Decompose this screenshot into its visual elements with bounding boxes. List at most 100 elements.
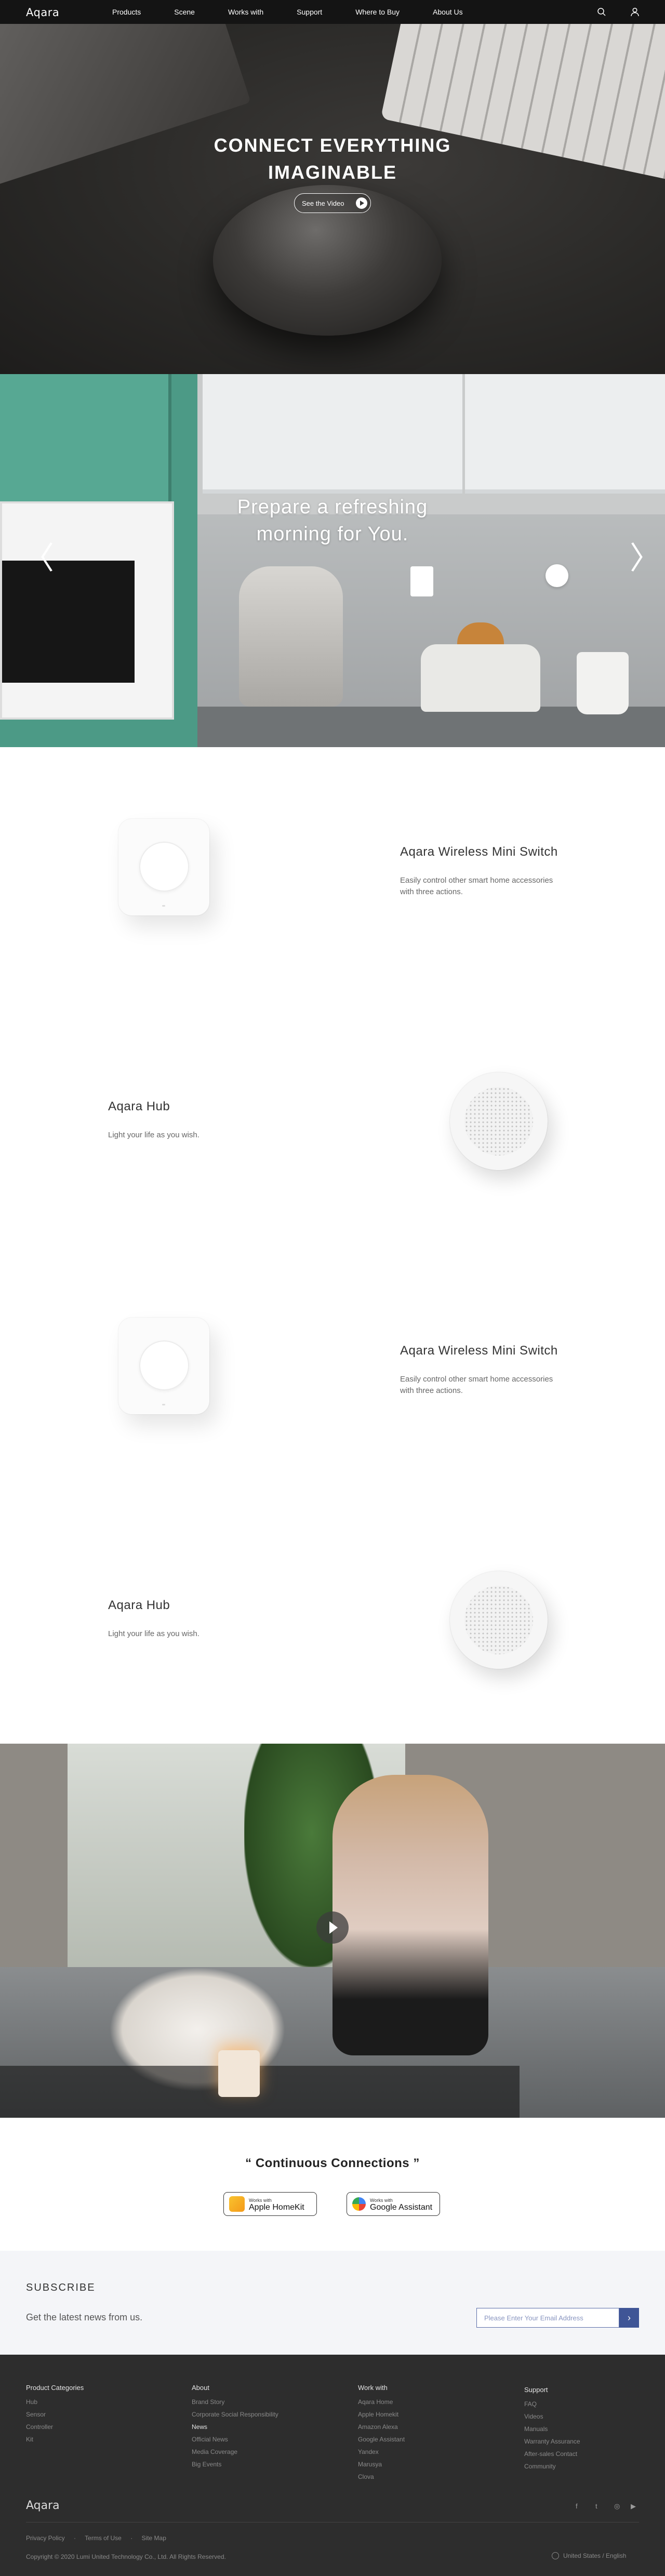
play-icon (356, 197, 367, 209)
hub-image[interactable] (450, 1571, 548, 1669)
footer-link[interactable]: Warranty Assurance (524, 2435, 580, 2448)
footer-link[interactable]: Aqara Home (358, 2396, 405, 2408)
footer-heading[interactable]: Support (524, 2386, 580, 2394)
carousel-prev-arrow[interactable]: 〈 (23, 543, 54, 574)
oven-image (0, 501, 174, 720)
privacy-policy-link[interactable]: Privacy Policy (26, 2534, 65, 2542)
legal-separator: · (74, 2534, 76, 2542)
footer-link[interactable]: Clova (358, 2471, 405, 2483)
hero-banner: CONNECT EVERYTHING IMAGINABLE See the Vi… (0, 24, 665, 374)
footer-link[interactable]: Hub (26, 2396, 84, 2408)
product-section-hub: Aqara Hub Light your life as you wish. (0, 1495, 665, 1745)
footer-link[interactable]: Kit (26, 2433, 84, 2446)
footer-link[interactable]: Manuals (524, 2423, 580, 2435)
aqara-logo[interactable]: Aqara (26, 6, 59, 19)
nav-about-us[interactable]: About Us (433, 8, 463, 16)
video-play-icon[interactable] (316, 1911, 349, 1944)
nav-where-to-buy[interactable]: Where to Buy (355, 8, 400, 16)
footer-link[interactable]: Media Coverage (192, 2446, 278, 2458)
footer-link[interactable]: Community (524, 2460, 580, 2473)
region-selector[interactable]: United States / English (552, 2552, 626, 2559)
footer-link[interactable]: Official News (192, 2433, 278, 2446)
nav-scene[interactable]: Scene (174, 8, 195, 16)
mini-switch-image[interactable] (118, 819, 209, 915)
smart-plug-image (410, 566, 433, 596)
hub-image[interactable] (450, 1072, 548, 1170)
user-icon[interactable] (630, 7, 640, 17)
twitter-icon[interactable]: t (595, 2502, 605, 2512)
see-video-label: See the Video (302, 199, 344, 207)
product-description-line1: Light your life as you wish. (108, 1131, 200, 1139)
footer-heading[interactable]: Product Categories (26, 2384, 84, 2392)
product-title[interactable]: Aqara Hub (108, 1099, 170, 1114)
hero-title: CONNECT EVERYTHING IMAGINABLE (0, 132, 665, 186)
homekit-icon (229, 2196, 245, 2212)
scene-carousel: Prepare a refreshing morning for You. 〈 … (0, 374, 665, 747)
footer-link[interactable]: Controller (26, 2421, 84, 2433)
product-description-line2: with three actions. (400, 887, 463, 896)
site-footer: Product Categories Hub Sensor Controller… (0, 2355, 665, 2576)
product-title[interactable]: Aqara Hub (108, 1598, 170, 1613)
green-cabinet-door (0, 374, 171, 504)
see-video-button[interactable]: See the Video (294, 193, 371, 213)
product-description-line2: with three actions. (400, 1386, 463, 1395)
footer-link[interactable]: Brand Story (192, 2396, 278, 2408)
search-icon[interactable] (596, 7, 607, 17)
footer-link[interactable]: Sensor (26, 2408, 84, 2421)
footer-column-support: Support FAQ Videos Manuals Warranty Assu… (524, 2386, 580, 2473)
footer-column-work-with: Work with Aqara Home Apple Homekit Amazo… (358, 2384, 405, 2483)
footer-heading[interactable]: Work with (358, 2384, 405, 2392)
apple-homekit-badge[interactable]: Works with Apple HomeKit (223, 2192, 317, 2216)
product-description: Light your life as you wish. (108, 1130, 200, 1141)
product-description: Easily control other smart home accessor… (400, 1374, 553, 1397)
lifestyle-video[interactable] (0, 1744, 665, 2118)
carousel-next-arrow[interactable]: 〉 (630, 543, 661, 574)
product-description-line1: Easily control other smart home accessor… (400, 1375, 553, 1384)
footer-link[interactable]: Google Assistant (358, 2433, 405, 2446)
product-title[interactable]: Aqara Wireless Mini Switch (400, 1344, 558, 1358)
product-title[interactable]: Aqara Wireless Mini Switch (400, 845, 558, 859)
legal-separator: · (130, 2534, 133, 2542)
mini-switch-image[interactable] (118, 1318, 209, 1414)
product-description-line1: Light your life as you wish. (108, 1629, 200, 1638)
footer-link[interactable]: Marusya (358, 2458, 405, 2471)
footer-link[interactable]: After-sales Contact (524, 2448, 580, 2460)
footer-link[interactable]: Yandex (358, 2446, 405, 2458)
continuous-connections-section: “ Continuous Connections ” Works with Ap… (0, 2118, 665, 2251)
google-assistant-icon (352, 2197, 366, 2211)
hero-title-line1: CONNECT EVERYTHING (214, 135, 451, 156)
coffee-table-image (0, 2066, 520, 2118)
facebook-icon[interactable]: f (576, 2502, 585, 2512)
footer-link[interactable]: News (192, 2421, 278, 2433)
nav-products[interactable]: Products (112, 8, 141, 16)
switch-led (162, 905, 165, 907)
footer-link[interactable]: FAQ (524, 2398, 580, 2410)
carousel-title-line2: morning for You. (256, 523, 409, 545)
connections-title: “ Continuous Connections ” (245, 2156, 420, 2170)
main-menu: Products Scene Works with Support Where … (112, 0, 496, 24)
footer-link[interactable]: Big Events (192, 2458, 278, 2471)
white-cabinet-right (465, 374, 665, 494)
carousel-title-line1: Prepare a refreshing (237, 496, 428, 518)
footer-link[interactable]: Videos (524, 2410, 580, 2423)
footer-link[interactable]: Apple Homekit (358, 2408, 405, 2421)
email-input[interactable] (476, 2308, 619, 2328)
nav-support[interactable]: Support (297, 8, 322, 16)
youtube-icon[interactable]: ▶ (631, 2502, 640, 2512)
footer-link[interactable]: Corporate Social Responsibility (192, 2408, 278, 2421)
subscribe-title: SUBSCRIBE (26, 2282, 96, 2293)
footer-heading[interactable]: About (192, 2384, 278, 2392)
footer-logo[interactable]: Aqara (26, 2499, 60, 2512)
product-description: Easily control other smart home accessor… (400, 875, 553, 898)
subscribe-submit-button[interactable]: › (619, 2308, 639, 2328)
homekit-badge-label: Apple HomeKit (249, 2203, 304, 2212)
woman-image (332, 1775, 488, 2055)
nav-works-with[interactable]: Works with (228, 8, 263, 16)
footer-link[interactable]: Amazon Alexa (358, 2421, 405, 2433)
google-assistant-badge[interactable]: Works with Google Assistant (347, 2192, 440, 2216)
instagram-icon[interactable]: ◎ (614, 2502, 623, 2512)
google-badge-label: Google Assistant (370, 2203, 433, 2212)
footer-column-about: About Brand Story Corporate Social Respo… (192, 2384, 278, 2471)
terms-of-use-link[interactable]: Terms of Use (85, 2534, 122, 2542)
site-map-link[interactable]: Site Map (142, 2534, 166, 2542)
